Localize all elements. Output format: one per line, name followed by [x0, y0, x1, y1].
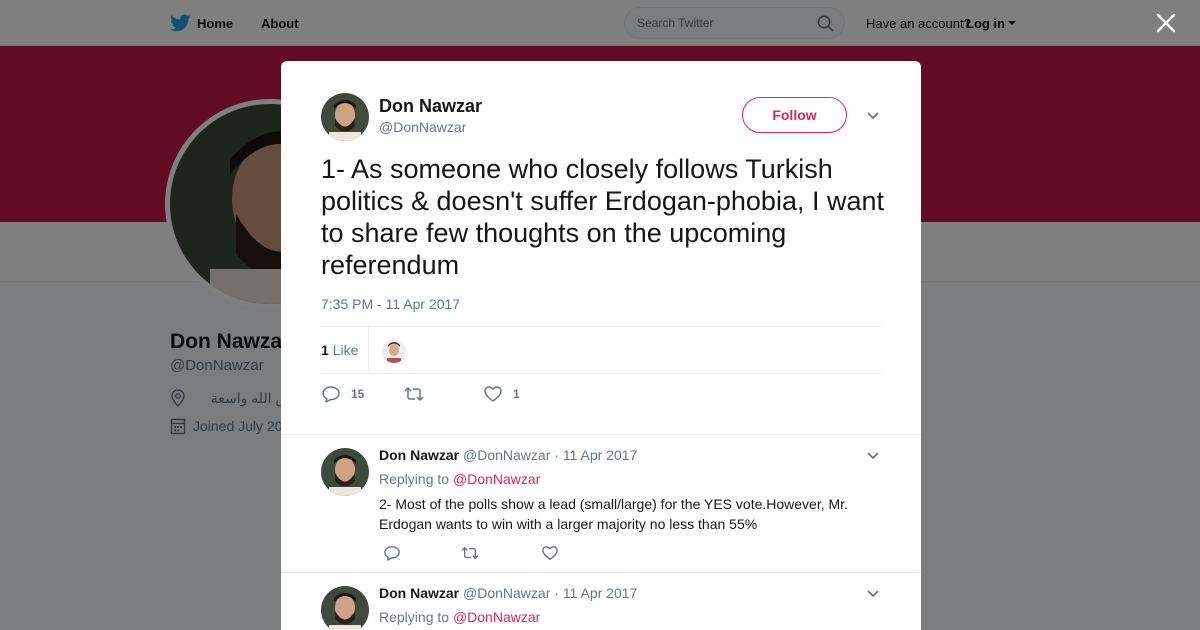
- reply-author-avatar[interactable]: [321, 448, 369, 496]
- author-name[interactable]: Don Nawzar: [379, 96, 482, 117]
- reply-author-name[interactable]: Don Nawzar: [379, 447, 459, 463]
- reply-author-avatar[interactable]: [321, 586, 369, 630]
- reply-count: 15: [351, 387, 365, 401]
- retweet-icon[interactable]: [460, 545, 480, 561]
- replying-to: Replying to @DonNawzar: [379, 609, 540, 625]
- stats-divider: [368, 327, 369, 373]
- reply-author-handle[interactable]: @DonNawzar: [463, 447, 550, 463]
- reply-header: Don Nawzar @DonNawzar · 11 Apr 2017: [379, 585, 637, 601]
- chevron-down-icon[interactable]: [866, 589, 880, 599]
- replying-to-label: Replying to: [379, 471, 450, 487]
- reply-icon[interactable]: [383, 545, 401, 561]
- reply-actions: [379, 545, 679, 565]
- author-avatar[interactable]: [321, 93, 369, 141]
- reply-mention-link[interactable]: @DonNawzar: [453, 471, 540, 487]
- likes-label: Like: [332, 342, 359, 358]
- tweet-timestamp[interactable]: 7:35 PM - 11 Apr 2017: [321, 296, 460, 312]
- replying-to-label: Replying to: [379, 609, 450, 625]
- reply-separator: ·: [554, 585, 559, 601]
- tweet-stats: 1 Like: [321, 326, 881, 374]
- liker-avatar[interactable]: [382, 339, 406, 363]
- reply-separator: ·: [554, 447, 559, 463]
- tweet-modal: Don Nawzar @DonNawzar Follow 1- As someo…: [281, 61, 921, 630]
- reply-header: Don Nawzar @DonNawzar · 11 Apr 2017: [379, 447, 637, 463]
- reply-author-name[interactable]: Don Nawzar: [379, 585, 459, 601]
- follow-button[interactable]: Follow: [742, 97, 847, 133]
- chevron-down-icon[interactable]: [866, 451, 880, 461]
- author-handle[interactable]: @DonNawzar: [379, 119, 466, 135]
- likes-stat[interactable]: 1 Like: [321, 342, 358, 358]
- likes-count: 1: [321, 342, 329, 358]
- like-count: 1: [513, 387, 520, 401]
- reply-text: 2- Most of the polls show a lead (small/…: [379, 496, 848, 532]
- reply-tweet[interactable]: Don Nawzar @DonNawzar · 11 Apr 2017 Repl…: [281, 434, 921, 573]
- reply-date[interactable]: 11 Apr 2017: [563, 585, 637, 601]
- retweet-icon: [404, 386, 424, 402]
- tweet-text: 1- As someone who closely follows Turkis…: [321, 154, 884, 280]
- close-icon[interactable]: [1155, 12, 1177, 34]
- heart-icon: [484, 386, 502, 402]
- reply-author-handle[interactable]: @DonNawzar: [463, 585, 550, 601]
- reply-mention-link[interactable]: @DonNawzar: [453, 609, 540, 625]
- reply-icon: [322, 386, 340, 403]
- reply-date[interactable]: 11 Apr 2017: [563, 447, 637, 463]
- tweet-actions: 15 1: [321, 383, 881, 407]
- heart-icon[interactable]: [541, 545, 559, 561]
- replying-to: Replying to @DonNawzar: [379, 471, 540, 487]
- reply-tweet[interactable]: Don Nawzar @DonNawzar · 11 Apr 2017 Repl…: [281, 572, 921, 630]
- chevron-down-icon[interactable]: [866, 111, 880, 121]
